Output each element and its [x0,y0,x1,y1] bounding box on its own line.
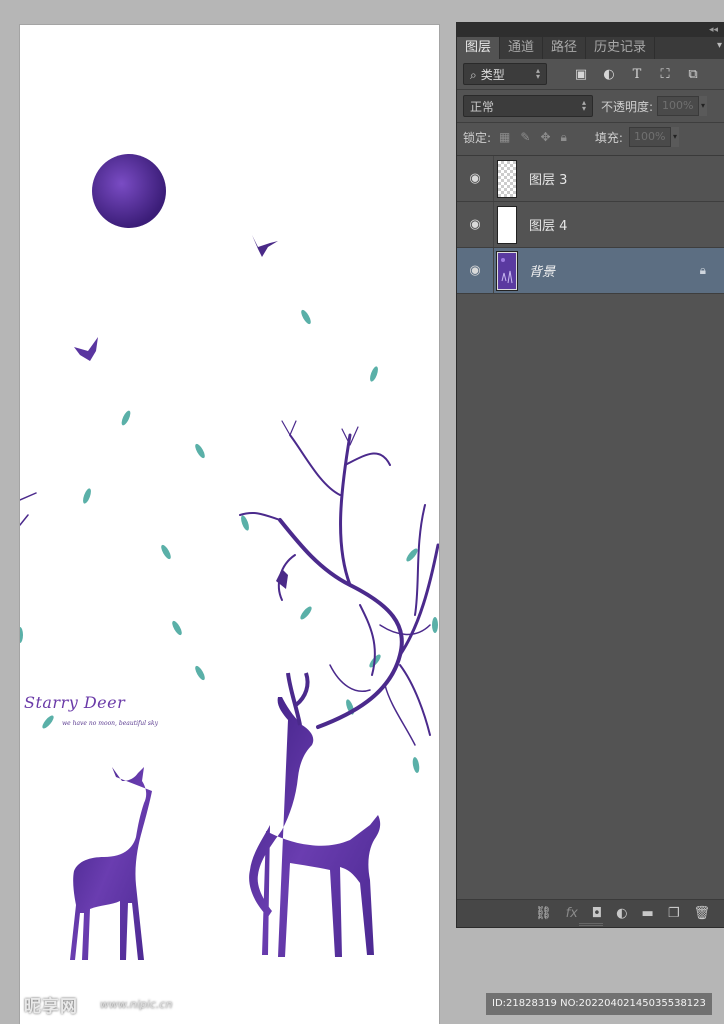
layer-name[interactable]: 图层 4 [529,215,567,234]
type-filter-icon[interactable]: T [629,67,645,82]
watermark-logo: 昵享网 [24,997,78,1017]
panel-bottom-toolbar: ⛓ fx ◘ ◐ ▬ ❐ 🗑︎ [457,899,724,927]
layer-row[interactable]: ◉ 图层 3 [457,156,724,202]
tab-paths[interactable]: 路径 [543,37,587,59]
filter-kind-select[interactable]: ⌕ 类型 ▴ ▾ [463,63,547,85]
tab-history[interactable]: 历史记录 [586,37,656,59]
tab-layers[interactable]: 图层 [457,37,501,59]
new-layer-icon[interactable]: ❐ [668,906,680,921]
select-arrows-icon: ▴ ▾ [535,66,540,81]
watermark-url: www.nipic.cn [100,998,173,1011]
layers-panel: ◂◂ 图层 通道 路径 历史记录 ▾ ⌕ 类型 ▴ ▾ ▣ ◐ T ⛶ ⧉ 正常 ▴… [456,22,724,928]
lock-image-icon[interactable]: ✎ [520,130,530,145]
lock-row: 锁定: ▦ ✎ ✥ 🔒︎ 填充: 100% ▾ [457,123,724,151]
blend-row: 正常 ▴ ▾ 不透明度: 100% ▾ [457,90,724,122]
fill-field[interactable]: 100% [628,127,671,147]
layer-thumbnail [497,159,517,198]
divider [493,202,494,247]
layers-list: ◉ 图层 3 ◉ 图层 4 ◉ 背景 🔒︎ [457,155,724,294]
lock-all-icon[interactable]: 🔒︎ [561,130,567,145]
opacity-dropdown-icon[interactable]: ▾ [699,96,708,116]
divider [493,248,494,293]
panel-tabs: 图层 通道 路径 历史记录 ▾ [457,37,724,59]
shape-filter-icon[interactable]: ⛶ [657,67,673,82]
layer-row[interactable]: ◉ 图层 4 [457,202,724,248]
layer-name[interactable]: 背景 [529,261,555,280]
layer-thumbnail [497,205,517,244]
opacity-field[interactable]: 100% [657,96,700,116]
artwork-subtitle: we have no moon, beautiful sky [62,720,159,727]
blend-mode-value: 正常 [470,99,495,114]
trash-icon[interactable]: 🗑︎ [693,906,710,921]
adjustment-icon[interactable]: ◐ [616,906,627,921]
layer-name[interactable]: 图层 3 [529,169,567,188]
fx-icon[interactable]: fx [566,906,578,921]
bird [252,235,278,257]
panel-menu-icon[interactable]: ▾ [717,40,722,51]
tab-channels[interactable]: 通道 [500,37,544,59]
lock-position-icon[interactable]: ✥ [540,130,550,145]
select-arrows-icon: ▴ ▾ [581,98,586,113]
blend-mode-select[interactable]: 正常 ▴ ▾ [463,95,593,117]
watermark-id: ID:21828319 NO:20220402145035538123 [486,993,712,1015]
panel-title-bar: ◂◂ [457,23,724,37]
branch-bird [276,569,288,589]
mask-icon[interactable]: ◘ [592,906,602,921]
bird [74,337,98,361]
fawn [70,767,152,960]
artwork [20,154,439,960]
layer-thumbnail [496,250,518,291]
large-deer [249,697,381,957]
background-thumbnail-art [498,252,516,289]
artwork-title: Starry Deer [24,693,126,712]
image-filter-icon[interactable]: ▣ [573,67,589,82]
document-canvas[interactable]: Starry Deer we have no moon, beautiful s… [20,25,439,1024]
filter-kind-value: 类型 [480,67,505,82]
lock-transparent-icon[interactable]: ▦ [499,130,510,145]
filter-row: ⌕ 类型 ▴ ▾ ▣ ◐ T ⛶ ⧉ [457,59,724,89]
layer-lock-icon: 🔒︎ [699,263,706,277]
smart-object-filter-icon[interactable]: ⧉ [685,67,701,82]
folder-icon[interactable]: ▬ [642,906,654,921]
search-icon: ⌕ [470,67,477,82]
moon [92,154,166,228]
fill-dropdown-icon[interactable]: ▾ [670,127,679,147]
divider [493,156,494,201]
eye-icon[interactable]: ◉ [457,171,493,186]
fill-label: 填充: [594,130,623,145]
eye-icon[interactable]: ◉ [457,217,493,232]
layer-row-selected[interactable]: ◉ 背景 🔒︎ [457,248,724,294]
collapse-panel-button[interactable]: ◂◂ [709,23,718,37]
adjustment-filter-icon[interactable]: ◐ [601,67,617,82]
opacity-label: 不透明度: [601,99,654,114]
link-icon[interactable]: ⛓ [535,906,552,921]
eye-icon[interactable]: ◉ [457,263,493,278]
lock-label: 锁定: [463,130,492,145]
resize-grip[interactable] [578,923,603,926]
